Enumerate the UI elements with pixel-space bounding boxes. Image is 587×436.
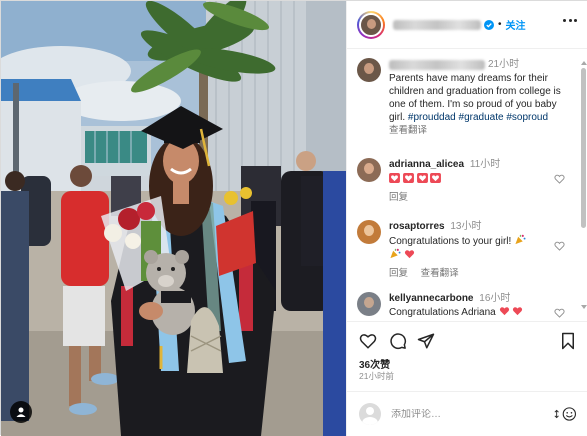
bookmark-icon[interactable] (559, 332, 577, 350)
comment-text-body: Congratulations Adriana (389, 307, 496, 318)
hashtag-soproud[interactable]: #soproud (506, 112, 548, 123)
comment-actions: 回复 查看翻译 (389, 267, 569, 280)
share-icon[interactable] (417, 332, 435, 350)
red-heart-icon (430, 173, 442, 183)
author-avatar[interactable] (357, 10, 385, 39)
comment-time[interactable]: 16小时 (479, 293, 510, 304)
post-dialog: • 关注 21小时 Parents have many dreams for t… (0, 0, 587, 436)
tagged-user-icon[interactable] (10, 401, 32, 423)
commenter-avatar[interactable] (357, 158, 381, 182)
caption-actions: 查看翻译 (389, 124, 569, 137)
post-header: • 关注 (347, 1, 587, 49)
hashtag-graduate[interactable]: #graduate (459, 112, 504, 123)
post-side-panel: • 关注 21小时 Parents have many dreams for t… (346, 1, 587, 436)
like-comment-heart-icon[interactable] (554, 174, 565, 184)
emoji-icon (563, 407, 577, 421)
like-comment-heart-icon[interactable] (554, 308, 565, 318)
separator-dot: • (498, 19, 502, 30)
comment-icon[interactable] (389, 332, 407, 350)
hashtag-prouddad[interactable]: #prouddad (408, 112, 456, 123)
red-heart-icon (499, 307, 509, 316)
caption-text: Parents have many dreams for their child… (389, 72, 569, 124)
comment-username[interactable]: rosaptorres (389, 221, 445, 232)
comment-username[interactable]: adrianna_alicea (389, 159, 464, 170)
red-heart-icon (389, 173, 400, 183)
commenter-avatar[interactable] (357, 292, 381, 316)
scroll-down-arrow-icon[interactable] (580, 305, 587, 309)
scrollbar-thumb[interactable] (581, 68, 586, 228)
red-heart-icon (404, 250, 414, 259)
likes-count[interactable]: 36次赞 (359, 356, 390, 371)
comment-username[interactable]: kellyannecarbone (389, 293, 473, 304)
comment-text: Congratulations to your girl! (389, 234, 569, 262)
author-name-blurred[interactable] (393, 19, 481, 30)
post-actions-bar: 36次赞 21小时前 (347, 321, 587, 391)
reply-button[interactable]: 回复 (389, 268, 408, 279)
current-user-avatar (359, 403, 381, 425)
add-comment-bar (347, 391, 587, 436)
like-comment-heart-icon[interactable] (554, 241, 565, 251)
comments-list[interactable]: 21小时 Parents have many dreams for their … (347, 50, 587, 320)
graduation-photo-illustration (1, 1, 346, 436)
scroll-up-arrow-icon[interactable] (580, 61, 587, 65)
post-photo[interactable] (1, 1, 346, 436)
verified-badge-icon (484, 19, 494, 30)
caption-author-blurred[interactable] (389, 59, 485, 70)
comment-time[interactable]: 13小时 (450, 221, 481, 232)
author-avatar[interactable] (357, 58, 381, 82)
party-popper-icon (390, 248, 401, 259)
red-heart-icon (513, 307, 523, 316)
reply-button[interactable]: 回复 (389, 192, 408, 203)
caption-time[interactable]: 21小时 (488, 58, 519, 71)
comment-body: kellyannecarbone 16小时 Congratulations Ad… (389, 292, 569, 319)
post-timestamp[interactable]: 21小时前 (359, 370, 394, 382)
commenter-avatar[interactable] (357, 220, 381, 244)
follow-button[interactable]: 关注 (506, 17, 526, 32)
party-popper-icon (515, 234, 526, 245)
emoji-picker-button[interactable] (553, 406, 577, 422)
cursor-resize-icon (554, 409, 559, 419)
see-translation-button[interactable]: 查看翻译 (421, 268, 459, 279)
comment-text: Congratulations Adriana (389, 306, 569, 319)
comment-text-body: Congratulations to your girl! (389, 236, 512, 247)
comment-body: rosaptorres 13小时 Congratulations to your… (389, 220, 569, 280)
red-heart-icon (402, 173, 414, 183)
comment-body: adrianna_alicea 11小时 回复 (389, 158, 569, 204)
more-options-icon[interactable] (563, 19, 577, 23)
see-translation-button[interactable]: 查看翻译 (389, 125, 427, 136)
comment-emoji (389, 173, 569, 186)
comment-time[interactable]: 11小时 (470, 159, 500, 170)
red-heart-icon (416, 173, 428, 183)
heart-icon[interactable] (359, 332, 377, 350)
comment-actions: 回复 (389, 191, 569, 204)
caption-body: 21小时 Parents have many dreams for their … (389, 58, 569, 137)
comments-scrollbar[interactable] (580, 61, 587, 309)
comment-input[interactable] (391, 408, 531, 420)
